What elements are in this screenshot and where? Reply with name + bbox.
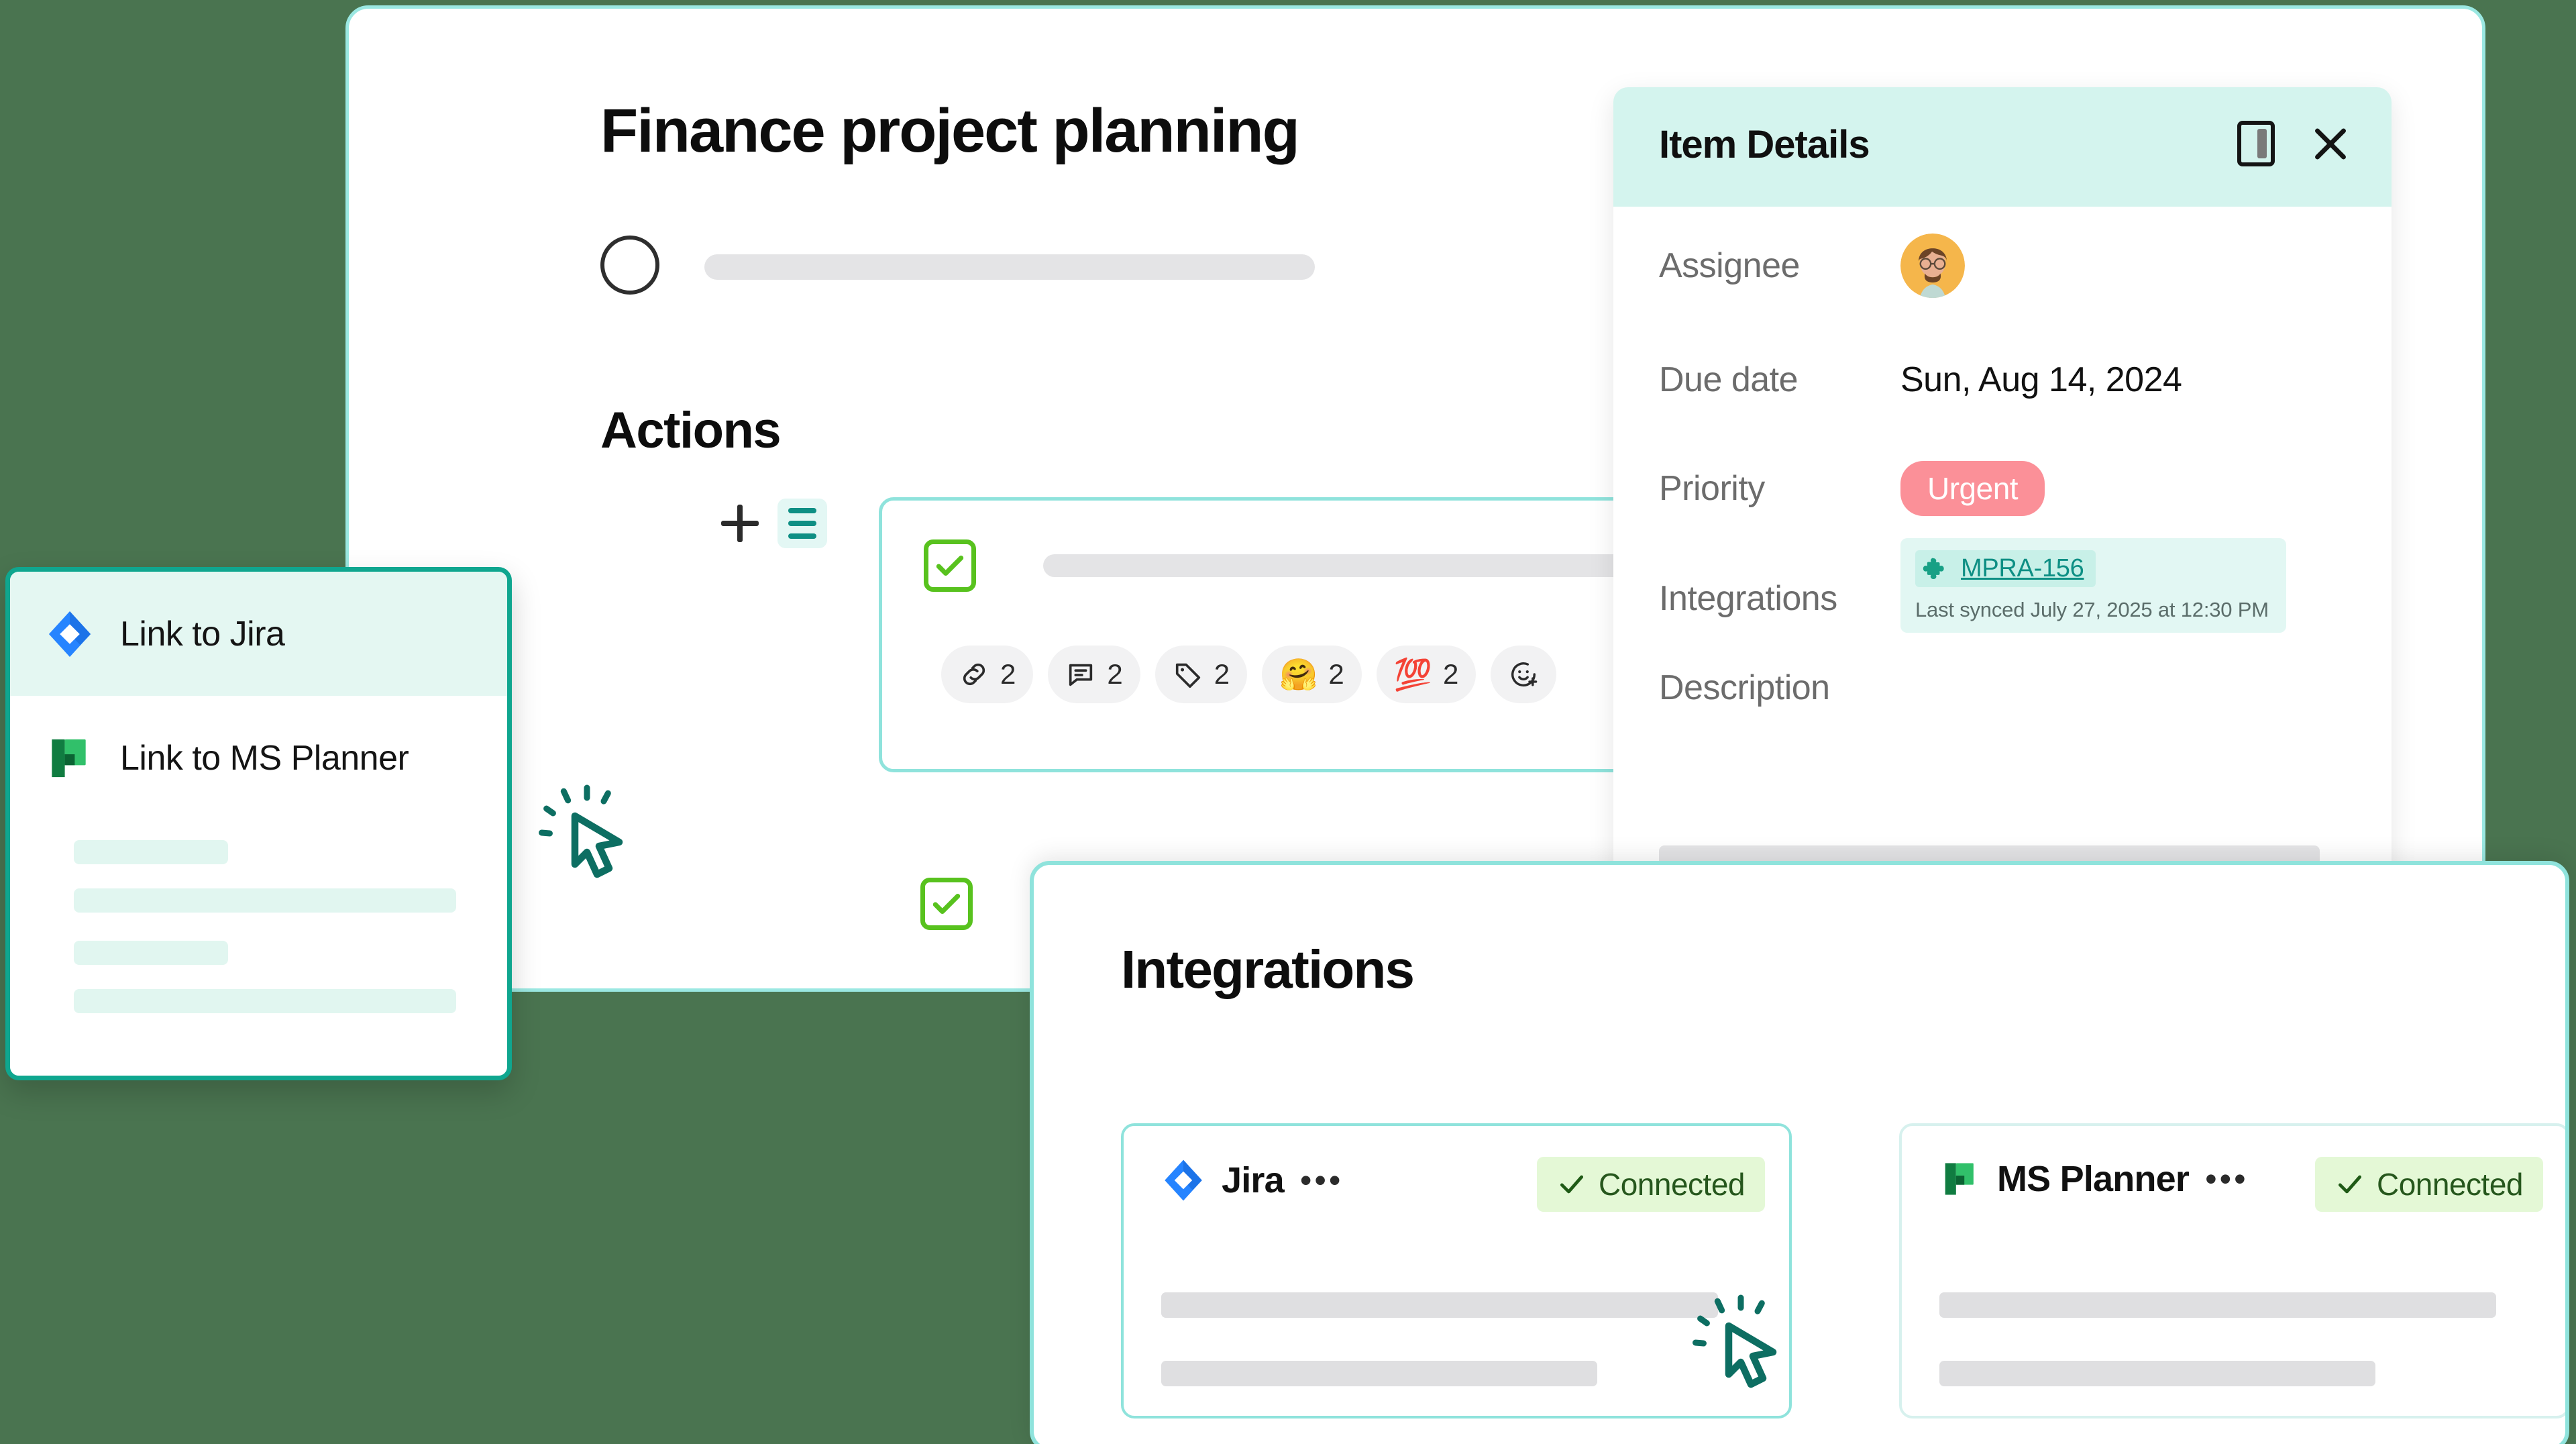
item-details-header: Item Details (1613, 87, 2392, 207)
item-details-panel: Item Details Assignee Due date Sun, Aug … (1613, 87, 2392, 879)
check-icon (1560, 1175, 1584, 1194)
overflow-menu-icon[interactable]: ••• (1300, 1164, 1344, 1197)
chip-count: 2 (1000, 658, 1016, 690)
due-date-value[interactable]: Sun, Aug 14, 2024 (1900, 360, 2182, 400)
assignee-avatar[interactable] (1900, 233, 1965, 298)
skeleton-line (1161, 1361, 1597, 1386)
item-details-title: Item Details (1659, 123, 1870, 166)
menu-skeleton-group (10, 820, 507, 1013)
chip-count: 2 (1214, 658, 1230, 690)
chip-comments[interactable]: 2 (1048, 646, 1140, 703)
chip-tags[interactable]: 2 (1155, 646, 1248, 703)
detail-row-integrations: Integrations MPRA-156 Last synced July 2… (1659, 538, 2346, 660)
chip-links[interactable]: 2 (941, 646, 1034, 703)
skeleton-line (1939, 1292, 2496, 1318)
status-badge: Connected (1537, 1157, 1765, 1212)
menu-item-link-to-ms-planner[interactable]: Link to MS Planner (10, 696, 507, 820)
status-badge-label: Connected (2377, 1167, 2524, 1202)
detail-row-priority: Priority Urgent (1659, 435, 2346, 542)
detail-row-due-date: Due date Sun, Aug 14, 2024 (1659, 324, 2346, 435)
item-details-header-actions (2237, 121, 2351, 166)
menu-item-label: Link to Jira (120, 614, 285, 654)
list-view-icon[interactable] (777, 499, 827, 548)
chip-add-reaction[interactable] (1491, 646, 1557, 703)
integration-tag-label: MPRA-156 (1961, 554, 2084, 582)
skeleton-line (1939, 1361, 2375, 1386)
menu-item-label: Link to MS Planner (120, 738, 409, 778)
action-checkbox[interactable] (920, 878, 973, 930)
skeleton-line (1161, 1292, 1718, 1318)
integration-card-header: Jira ••• (1161, 1158, 1343, 1202)
item-details-body: Assignee Due date Sun, Aug 14, 2024 Prio… (1613, 207, 2392, 760)
skeleton-line (74, 840, 228, 864)
integration-tag[interactable]: MPRA-156 (1915, 550, 2096, 587)
description-label: Description (1659, 668, 1830, 707)
menu-item-link-to-jira[interactable]: Link to Jira (10, 572, 507, 696)
status-badge-label: Connected (1599, 1167, 1746, 1202)
task-title-placeholder (704, 254, 1315, 280)
action-title-placeholder (1043, 554, 1633, 577)
action-chip-list: 2 2 2 🤗 2 💯 2 (941, 646, 1557, 703)
integration-name: MS Planner (1997, 1159, 2190, 1199)
integration-name: Jira (1222, 1160, 1285, 1200)
integrations-title: Integrations (1121, 939, 1415, 999)
close-icon[interactable] (2310, 123, 2351, 164)
integration-card-header: MS Planner ••• (1939, 1158, 2249, 1200)
integrations-label: Integrations (1659, 579, 1837, 618)
click-cursor-icon (1690, 1292, 1791, 1392)
chip-count: 2 (1328, 658, 1344, 690)
puzzle-piece-icon (1923, 558, 1944, 579)
jira-logo-icon (45, 609, 95, 659)
chip-count: 2 (1107, 658, 1123, 690)
chip-count: 2 (1443, 658, 1459, 690)
page-title: Finance project planning (600, 97, 1300, 165)
task-status-circle-icon[interactable] (600, 236, 659, 295)
actions-section-title: Actions (600, 402, 782, 459)
skeleton-line (74, 989, 456, 1013)
integration-link-box: MPRA-156 Last synced July 27, 2025 at 12… (1900, 538, 2286, 633)
action-checkbox[interactable] (924, 539, 976, 592)
link-integration-menu: Link to Jira Link to MS Planner (5, 567, 512, 1080)
due-date-label: Due date (1659, 360, 1799, 399)
integration-card-ms-planner[interactable]: MS Planner ••• Connected (1899, 1123, 2565, 1419)
hundred-points-emoji: 💯 (1393, 657, 1432, 692)
priority-label: Priority (1659, 469, 1765, 508)
status-badge: Connected (2315, 1157, 2543, 1212)
skeleton-line (74, 888, 456, 913)
task-detail-card: Finance project planning Actions 2 2 2 🤗… (345, 5, 2485, 992)
last-synced-text: Last synced July 27, 2025 at 12:30 PM (1915, 598, 2269, 621)
screenshot-stage: Finance project planning Actions 2 2 2 🤗… (0, 0, 2576, 1444)
chip-reaction-hugging[interactable]: 🤗 2 (1262, 646, 1362, 703)
check-icon (2338, 1175, 2362, 1194)
ms-planner-logo-icon (1939, 1158, 1981, 1200)
detail-row-description: Description (1659, 660, 2346, 760)
priority-badge[interactable]: Urgent (1900, 461, 2045, 516)
overflow-menu-icon[interactable]: ••• (2205, 1162, 2249, 1196)
panel-toggle-icon[interactable] (2237, 121, 2275, 166)
detail-row-assignee: Assignee (1659, 207, 2346, 324)
chip-reaction-hundred[interactable]: 💯 2 (1376, 646, 1477, 703)
add-action-icon[interactable] (721, 505, 759, 542)
skeleton-line (74, 941, 228, 965)
click-cursor-icon (537, 782, 637, 882)
integrations-panel: Integrations Jira ••• Connected MS Plann… (1030, 861, 2569, 1444)
actions-toolbar (721, 499, 827, 548)
assignee-label: Assignee (1659, 246, 1800, 285)
jira-logo-icon (1161, 1158, 1205, 1202)
ms-planner-logo-icon (45, 733, 95, 783)
hugging-face-emoji: 🤗 (1279, 657, 1318, 692)
